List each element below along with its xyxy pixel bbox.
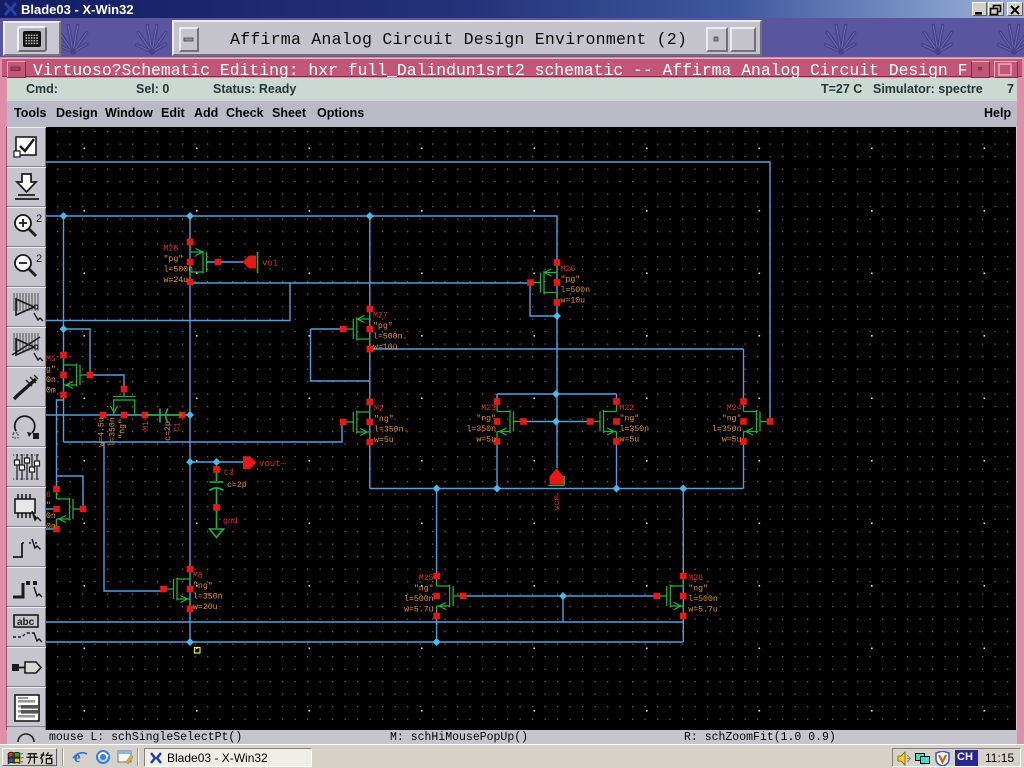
svg-text:w=5.7u: w=5.7u bbox=[688, 606, 718, 615]
svg-text:M22: M22 bbox=[620, 404, 635, 413]
svg-text:"ng": "ng" bbox=[476, 414, 496, 424]
svg-text:w=10u: w=10u bbox=[373, 343, 398, 352]
svg-text:vcm: vcm bbox=[552, 495, 562, 510]
svg-text:C3: C3 bbox=[224, 469, 234, 478]
svg-text:l=350n.: l=350n. bbox=[374, 425, 408, 435]
svg-text:6: 6 bbox=[46, 491, 51, 500]
svg-text:l=350n: l=350n bbox=[712, 424, 742, 434]
svg-text:w=5u: w=5u bbox=[620, 436, 640, 445]
svg-text:M23: M23 bbox=[481, 404, 496, 413]
svg-text:M1: M1 bbox=[142, 421, 151, 431]
svg-text:w=5u: w=5u bbox=[722, 436, 742, 445]
svg-text:c=2p: c=2p bbox=[227, 481, 247, 490]
svg-text:"ng": "ng" bbox=[414, 584, 434, 594]
svg-text:l=350n: l=350n bbox=[467, 424, 497, 434]
svg-text:g": g" bbox=[46, 365, 56, 375]
svg-text:M24: M24 bbox=[727, 404, 742, 413]
svg-text:M25: M25 bbox=[419, 574, 434, 583]
svg-text:C1: C1 bbox=[174, 422, 183, 432]
svg-text:c=2p: c=2p bbox=[164, 421, 173, 441]
svg-text:gnd: gnd bbox=[223, 516, 238, 526]
svg-text:0n: 0n bbox=[46, 376, 56, 385]
svg-text:"ng": "ng" bbox=[620, 414, 640, 424]
svg-text:M5: M5 bbox=[46, 355, 56, 364]
svg-text:M2: M2 bbox=[374, 405, 384, 414]
svg-text:"pg": "pg" bbox=[164, 254, 184, 264]
svg-text:": " bbox=[46, 501, 51, 511]
svg-text:0n: 0n bbox=[46, 523, 56, 532]
svg-text:"ng": "ng" bbox=[374, 414, 394, 424]
svg-text:2: 2 bbox=[36, 213, 42, 225]
svg-text:w=5u: w=5u bbox=[476, 436, 496, 445]
svg-text:l=350n: l=350n bbox=[620, 424, 650, 434]
svg-text:vo1: vo1 bbox=[262, 259, 278, 269]
svg-text:"ng": "ng" bbox=[688, 584, 708, 594]
svg-text:l=350n: l=350n bbox=[108, 417, 118, 447]
svg-text:w=20u: w=20u bbox=[193, 603, 218, 612]
svg-text:"ng": "ng" bbox=[722, 414, 742, 424]
svg-text:M26: M26 bbox=[688, 574, 703, 583]
svg-text:l=500n: l=500n bbox=[688, 594, 718, 604]
svg-text:0m: 0m bbox=[46, 387, 56, 396]
svg-text:w=10u: w=10u bbox=[561, 297, 586, 306]
svg-text:"ng": "ng" bbox=[118, 419, 128, 439]
svg-text:l=350n: l=350n bbox=[193, 592, 223, 602]
svg-text:l=500n: l=500n bbox=[164, 265, 194, 275]
svg-text:2: 2 bbox=[36, 253, 42, 265]
svg-text:M27: M27 bbox=[373, 312, 388, 321]
svg-text:l=500n: l=500n bbox=[404, 594, 434, 604]
svg-text:0n: 0n bbox=[46, 512, 56, 521]
svg-text:l=500n.: l=500n. bbox=[373, 332, 407, 342]
svg-text:"ng": "ng" bbox=[193, 581, 213, 591]
svg-text:M28: M28 bbox=[164, 245, 179, 254]
svg-text:M8: M8 bbox=[193, 572, 203, 581]
svg-text:w=24u: w=24u bbox=[164, 276, 189, 285]
svg-text:vout—: vout— bbox=[259, 459, 287, 469]
svg-text:M26: M26 bbox=[561, 265, 576, 274]
svg-text:"pg": "pg" bbox=[373, 321, 393, 331]
svg-text:w=5.7u: w=5.7u bbox=[404, 606, 434, 615]
svg-text:l=500n: l=500n bbox=[561, 285, 591, 295]
svg-text:"pg": "pg" bbox=[561, 275, 581, 285]
svg-text:w=5u: w=5u bbox=[374, 436, 394, 445]
svg-text:abc: abc bbox=[17, 617, 35, 628]
svg-text:w=4.5u: w=4.5u bbox=[98, 417, 107, 447]
